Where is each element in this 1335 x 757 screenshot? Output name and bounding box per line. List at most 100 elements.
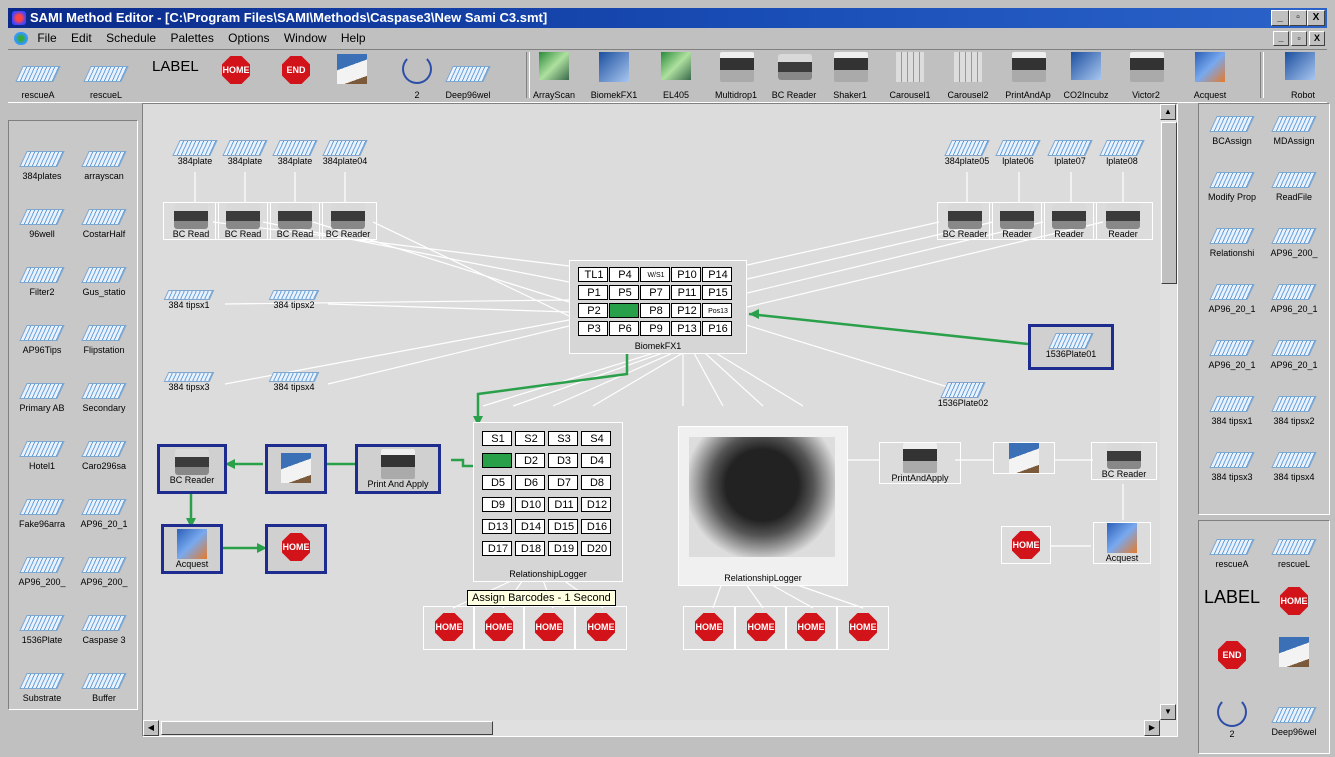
logger-slot[interactable]: D18 [515, 541, 545, 556]
canvas-plate[interactable]: lplate06 [989, 140, 1047, 166]
palette-item[interactable]: Filter2 [11, 267, 73, 297]
palette-item[interactable]: Caro296sa [73, 441, 135, 471]
palette-item[interactable]: Substrate [11, 673, 73, 703]
toolbar-rescueA[interactable]: rescueA [15, 52, 61, 100]
flow-home[interactable]: HOME [1001, 526, 1051, 564]
logger-slot[interactable]: D10 [515, 497, 545, 512]
logger-slot[interactable]: D5 [482, 475, 512, 490]
deck-position[interactable]: P13 [671, 321, 701, 336]
toolbar-deep96wel[interactable]: Deep96wel [445, 52, 491, 100]
deck-position[interactable]: P11 [671, 285, 701, 300]
deck-position[interactable]: P2 [578, 303, 608, 318]
logger-slot[interactable]: D3 [548, 453, 578, 468]
canvas-1536-plate[interactable]: 1536Plate02 [929, 382, 997, 408]
horizontal-scrollbar[interactable]: ◀ ▶ [143, 720, 1176, 736]
palette-item[interactable]: Relationshi [1201, 228, 1263, 258]
home-stop-node[interactable]: HOME [735, 606, 787, 650]
doc-restore-button[interactable]: ▫ [1291, 31, 1307, 46]
deck-position[interactable]: P15 [702, 285, 732, 300]
canvas-plate[interactable]: lplate08 [1093, 140, 1151, 166]
canvas-bc-reader[interactable]: Reader [1093, 202, 1153, 240]
vertical-scrollbar[interactable]: ▲ ▼ [1160, 104, 1177, 720]
palette-item[interactable]: 1536Plate [11, 615, 73, 645]
logger-slot[interactable]: S4 [581, 431, 611, 446]
relationship-logger[interactable]: RelationshipLogger [678, 426, 848, 586]
logger-slot[interactable]: S2 [515, 431, 545, 446]
logger-slot[interactable]: D16 [581, 519, 611, 534]
palette-item[interactable]: Gus_statio [73, 267, 135, 297]
logger-slot[interactable] [482, 453, 512, 468]
method-canvas[interactable]: 384plate 384plate 384plate 384plate04 BC… [142, 103, 1178, 737]
palette-item[interactable]: Secondary [73, 383, 135, 413]
deck-position[interactable]: P3 [578, 321, 608, 336]
home-stop-node[interactable]: HOME [423, 606, 475, 650]
palette-item[interactable]: 384plates [11, 151, 73, 181]
doc-minimize-button[interactable]: _ [1273, 31, 1289, 46]
palette-deep96wel[interactable]: Deep96wel [1263, 707, 1325, 737]
deck-position[interactable]: P1 [578, 285, 608, 300]
menu-help[interactable]: Help [341, 31, 366, 45]
logger-slot[interactable]: D9 [482, 497, 512, 512]
palette-item[interactable]: 384 tipsx4 [1263, 452, 1325, 482]
deck-position[interactable]: P16 [702, 321, 732, 336]
canvas-plate[interactable]: lplate07 [1041, 140, 1099, 166]
menu-edit[interactable]: Edit [71, 31, 92, 45]
home-stop-node[interactable]: HOME [523, 606, 575, 650]
canvas-bc-reader[interactable]: Reader [989, 202, 1045, 240]
palette-house[interactable] [1263, 637, 1325, 671]
palette-item[interactable]: Caspase 3 [73, 615, 135, 645]
flow-bc-reader[interactable]: BC Reader [1091, 442, 1157, 480]
canvas-1536-plate[interactable]: 1536Plate01 [1028, 324, 1114, 370]
canvas-tips[interactable]: 384 tipsx3 [159, 372, 219, 392]
deck-position[interactable]: P6 [609, 321, 639, 336]
menu-palettes[interactable]: Palettes [170, 31, 213, 45]
palette-item[interactable]: Modify Prop [1201, 172, 1263, 202]
scroll-down-button[interactable]: ▼ [1160, 704, 1176, 720]
canvas-tips[interactable]: 384 tipsx1 [159, 290, 219, 310]
toolbar-arrayscan[interactable]: ArrayScan [533, 52, 575, 100]
home-stop-node[interactable]: HOME [837, 606, 889, 650]
deck-position[interactable]: W/S1 [640, 267, 670, 282]
logger-slot[interactable]: S1 [482, 431, 512, 446]
toolbar-printandap[interactable]: PrintAndAp [1005, 52, 1051, 100]
toolbar-acquest[interactable]: Acquest [1194, 52, 1226, 100]
logger-slot[interactable]: D12 [581, 497, 611, 512]
scroll-thumb[interactable] [1161, 122, 1177, 284]
palette-item[interactable]: Primary AB [11, 383, 73, 413]
palette-item[interactable]: 384 tipsx2 [1263, 396, 1325, 426]
home-stop-node[interactable]: HOME [683, 606, 735, 650]
palette-item[interactable]: 384 tipsx1 [1201, 396, 1263, 426]
logger-slot[interactable]: D15 [548, 519, 578, 534]
logger-slot[interactable]: D7 [548, 475, 578, 490]
flow-acquest[interactable]: Acquest [161, 524, 223, 574]
palette-item[interactable]: arrayscan [73, 151, 135, 181]
doc-close-button[interactable]: X [1309, 31, 1325, 46]
canvas-bc-reader[interactable]: BC Read [215, 202, 271, 240]
logger-slot[interactable]: D17 [482, 541, 512, 556]
menu-schedule[interactable]: Schedule [106, 31, 156, 45]
menu-window[interactable]: Window [284, 31, 327, 45]
close-button[interactable]: X [1307, 10, 1325, 26]
canvas-plate[interactable]: 384plate04 [313, 140, 377, 166]
deck-position[interactable]: Pos13 [702, 303, 732, 318]
canvas-bc-reader[interactable]: Reader [1041, 202, 1097, 240]
palette-label[interactable]: LABEL [1201, 587, 1263, 608]
deck-position[interactable]: P12 [671, 303, 701, 318]
logger-slot[interactable]: D2 [515, 453, 545, 468]
palette-item[interactable]: AP96Tips [11, 325, 73, 355]
deck-position[interactable]: P10 [671, 267, 701, 282]
palette-item[interactable]: Hotel1 [11, 441, 73, 471]
palette-item[interactable]: 96well [11, 209, 73, 239]
logger-slot[interactable]: D14 [515, 519, 545, 534]
canvas-bc-reader[interactable]: BC Read [267, 202, 323, 240]
palette-item[interactable]: AP96_200_ [73, 557, 135, 587]
scroll-up-button[interactable]: ▲ [1160, 104, 1176, 120]
deck-position[interactable]: P9 [640, 321, 670, 336]
palette-item[interactable]: ReadFile [1263, 172, 1325, 202]
deck-position[interactable]: P14 [702, 267, 732, 282]
palette-item[interactable]: AP96_200_ [11, 557, 73, 587]
canvas-bc-reader[interactable]: BC Reader [937, 202, 993, 240]
flow-house[interactable] [265, 444, 327, 494]
logger-slot[interactable]: D13 [482, 519, 512, 534]
palette-item[interactable]: AP96_20_1 [1201, 340, 1263, 370]
